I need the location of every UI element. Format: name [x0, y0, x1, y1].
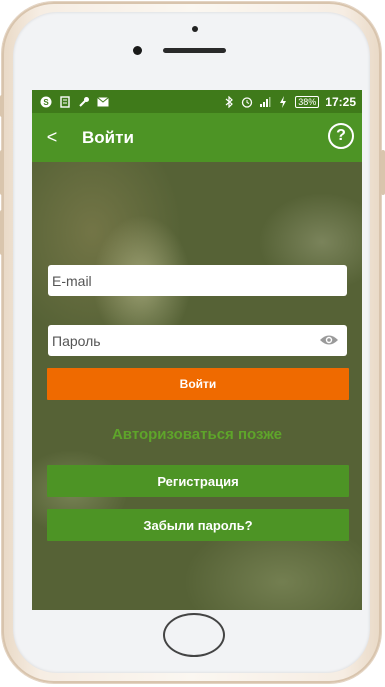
alarm-icon — [241, 96, 253, 108]
earpiece-speaker — [163, 48, 226, 53]
email-placeholder: E-mail — [52, 272, 92, 289]
app-bar: < Войти ? — [32, 113, 362, 162]
signal-icon — [259, 96, 271, 108]
login-button[interactable]: Войти — [47, 368, 349, 400]
volume-down-button — [0, 210, 4, 255]
document-icon — [59, 95, 71, 108]
status-time: 17:25 — [325, 94, 356, 109]
svg-text:S: S — [43, 98, 49, 107]
password-field[interactable]: Пароль — [48, 325, 347, 356]
front-camera-icon — [133, 46, 142, 55]
back-button[interactable]: < — [32, 113, 72, 162]
home-button[interactable] — [163, 613, 225, 657]
password-placeholder: Пароль — [52, 332, 101, 349]
power-button — [381, 150, 385, 195]
battery-indicator: 38% — [295, 95, 320, 108]
forgot-password-button[interactable]: Забыли пароль? — [47, 509, 349, 541]
app-screen: S 38% 17:25 < Войти ? E-mail Пароль Войт… — [32, 90, 362, 610]
register-button[interactable]: Регистрация — [47, 465, 349, 497]
wrench-icon — [78, 96, 90, 108]
question-icon: ? — [336, 127, 346, 144]
authorize-later-link[interactable]: Авторизоваться позже — [32, 426, 362, 443]
bluetooth-icon — [223, 95, 235, 108]
status-bar: S 38% 17:25 — [32, 90, 362, 113]
charging-icon — [277, 95, 289, 108]
email-field[interactable]: E-mail — [48, 265, 347, 296]
mail-icon — [97, 96, 109, 108]
skype-icon: S — [40, 96, 52, 108]
eye-icon[interactable] — [319, 333, 339, 347]
volume-up-button — [0, 150, 4, 195]
page-title: Войти — [82, 127, 134, 147]
camera-icon — [192, 26, 198, 32]
mute-switch — [0, 95, 4, 117]
help-button[interactable]: ? — [328, 123, 354, 149]
back-arrow-icon: < — [46, 127, 58, 147]
